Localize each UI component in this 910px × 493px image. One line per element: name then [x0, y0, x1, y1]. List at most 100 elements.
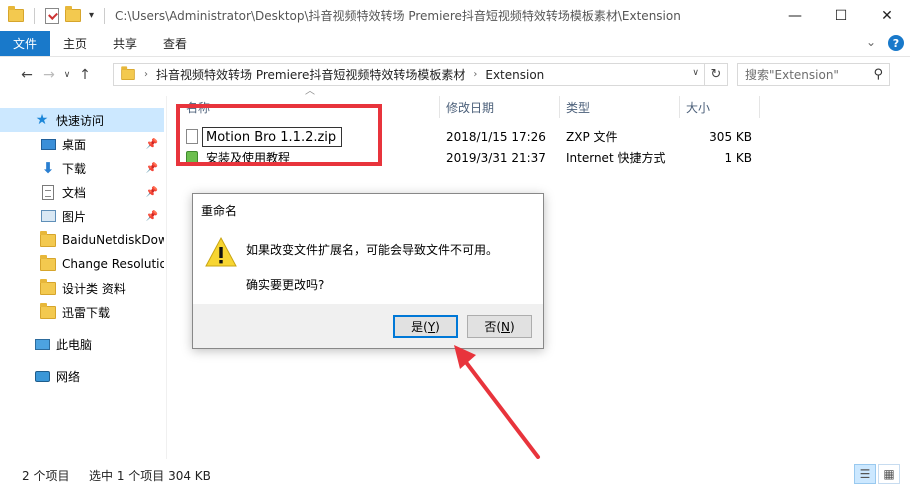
pin-icon[interactable]: 📌	[146, 139, 158, 150]
close-button[interactable]: ✕	[864, 0, 910, 31]
pin-icon[interactable]: 📌	[146, 211, 158, 222]
sidebar-item-label: BaiduNetdiskDow	[62, 233, 164, 247]
breadcrumb-current[interactable]: Extension	[485, 68, 544, 82]
star-icon: ★	[35, 112, 49, 128]
pin-icon[interactable]: 📌	[146, 163, 158, 174]
sidebar-item-label: 网络	[56, 369, 81, 384]
chevron-right-icon[interactable]: ›	[144, 69, 148, 80]
dialog-body: 如果改变文件扩展名，可能会导致文件不可用。 确实要更改吗?	[193, 222, 543, 304]
navigation-pane: ★ 快速访问 桌面 📌 ⬇ 下载 📌 文档 📌 图片 📌 BaiduNetdis…	[0, 96, 166, 459]
up-icon[interactable]: ↑	[74, 67, 96, 83]
tab-view[interactable]: 查看	[150, 31, 200, 56]
file-type: ZXP 文件	[566, 130, 618, 144]
annotation-arrow	[454, 345, 540, 459]
recent-locations-icon[interactable]: ∨	[60, 70, 74, 80]
window-controls: — ☐ ✕	[772, 0, 910, 31]
folder-icon	[121, 66, 135, 81]
ribbon-tabs: 文件 主页 共享 查看 ⌄ ?	[0, 31, 910, 57]
desktop-icon	[40, 136, 56, 152]
no-accesskey: N	[501, 319, 510, 334]
back-icon[interactable]: ←	[16, 67, 38, 83]
tab-file[interactable]: 文件	[0, 31, 51, 56]
expand-ribbon-icon[interactable]: ⌄	[866, 35, 876, 51]
ribbon-right-controls: ⌄ ?	[866, 35, 904, 51]
maximize-button[interactable]: ☐	[818, 0, 864, 31]
chevron-right-icon[interactable]: ›	[473, 69, 477, 80]
sidebar-item-label: 此电脑	[56, 337, 93, 352]
pin-icon[interactable]: 📌	[146, 187, 158, 198]
sidebar-item-network[interactable]: 网络	[0, 364, 164, 388]
sidebar-item-this-pc[interactable]: 此电脑	[0, 332, 164, 356]
dialog-title: 重命名	[201, 204, 238, 218]
pictures-icon	[40, 208, 56, 224]
sidebar-item-xunlei-downloads[interactable]: 迅雷下载	[0, 300, 164, 324]
status-bar: 2 个项目 选中 1 个项目 304 KB ☰ ▦	[0, 459, 910, 493]
minimize-button[interactable]: —	[772, 0, 818, 31]
yes-accesskey: Y	[427, 319, 436, 334]
title-bar: ▾ C:\Users\Administrator\Desktop\抖音视频特效转…	[0, 0, 910, 31]
folder-icon	[40, 230, 56, 248]
network-icon	[34, 368, 50, 384]
selection-info: 选中 1 个项目 304 KB	[89, 469, 211, 483]
sidebar-item-label: 桌面	[62, 137, 87, 152]
download-icon: ⬇	[41, 159, 55, 177]
sidebar-item-downloads[interactable]: ⬇ 下载 📌	[0, 156, 164, 180]
file-size: 1 KB	[724, 150, 752, 165]
no-label: 否(	[484, 320, 501, 334]
help-icon[interactable]: ?	[888, 35, 904, 51]
pc-icon	[34, 336, 50, 352]
no-close-paren: )	[509, 319, 515, 334]
forward-icon[interactable]: →	[38, 67, 60, 83]
dialog-question: 确实要更改吗?	[246, 278, 325, 292]
quick-access-toolbar: ▾	[0, 6, 109, 24]
new-folder-icon[interactable]	[65, 6, 81, 22]
tab-home[interactable]: 主页	[50, 31, 100, 56]
navigation-bar: ← → ∨ ↑ › 抖音视频特效转场 Premiere抖音短视频特效转场模板素材…	[0, 58, 910, 92]
yes-close-paren: )	[435, 319, 440, 334]
sidebar-item-label: 下载	[62, 161, 87, 176]
properties-icon[interactable]	[45, 7, 59, 24]
sidebar-item-documents[interactable]: 文档 📌	[0, 180, 164, 204]
sidebar-item-desktop[interactable]: 桌面 📌	[0, 132, 164, 156]
column-type[interactable]: 类型	[560, 96, 680, 118]
file-type: Internet 快捷方式	[566, 151, 666, 165]
large-icons-view-icon[interactable]: ▦	[878, 464, 900, 484]
dialog-message: 如果改变文件扩展名，可能会导致文件不可用。	[246, 243, 499, 257]
refresh-icon[interactable]: ↻	[704, 64, 727, 85]
annotation-highlight-box	[176, 104, 382, 166]
sidebar-item-quick-access[interactable]: ★ 快速访问	[0, 108, 164, 132]
toolbar-divider	[34, 7, 35, 24]
search-icon[interactable]: ⚲	[873, 67, 883, 82]
search-placeholder: 搜索"Extension"	[745, 68, 839, 82]
column-size[interactable]: 大小	[680, 96, 760, 118]
folder-icon	[8, 6, 24, 22]
file-modified: 2018/1/15 17:26	[446, 129, 546, 144]
sidebar-item-baidunetdisk[interactable]: BaiduNetdiskDow	[0, 228, 164, 252]
folder-icon	[40, 254, 56, 272]
sidebar-item-change-resolution[interactable]: Change Resolutio	[0, 252, 164, 276]
sidebar-item-pictures[interactable]: 图片 📌	[0, 204, 164, 228]
column-modified[interactable]: 修改日期	[440, 96, 560, 118]
sidebar-item-label: 图片	[62, 209, 87, 224]
document-icon	[40, 184, 56, 200]
sidebar-item-label: 迅雷下载	[62, 305, 111, 320]
sidebar-item-design-materials[interactable]: 设计类 资料	[0, 276, 164, 300]
window-title: C:\Users\Administrator\Desktop\抖音视频特效转场 …	[115, 9, 681, 23]
item-count: 2 个项目	[22, 469, 70, 483]
sort-ascending-icon: ︿	[305, 86, 315, 97]
sidebar-item-label: Change Resolutio	[62, 257, 164, 271]
breadcrumb-parent[interactable]: 抖音视频特效转场 Premiere抖音短视频特效转场模板素材	[156, 66, 465, 83]
chevron-down-icon[interactable]: ∨	[692, 68, 699, 78]
sidebar-item-label: 快速访问	[56, 113, 105, 128]
search-input[interactable]: 搜索"Extension" ⚲	[737, 63, 890, 86]
pane-divider[interactable]	[166, 96, 167, 459]
address-bar[interactable]: › 抖音视频特效转场 Premiere抖音短视频特效转场模板素材 › Exten…	[113, 63, 728, 86]
sidebar-item-label: 文档	[62, 185, 87, 200]
customize-toolbar-icon[interactable]: ▾	[89, 10, 94, 21]
yes-label: 是(	[411, 320, 428, 334]
details-view-icon[interactable]: ☰	[854, 464, 876, 484]
folder-icon	[40, 278, 56, 296]
tab-share[interactable]: 共享	[100, 31, 150, 56]
file-modified: 2019/3/31 21:37	[446, 150, 546, 165]
folder-icon	[40, 302, 56, 320]
